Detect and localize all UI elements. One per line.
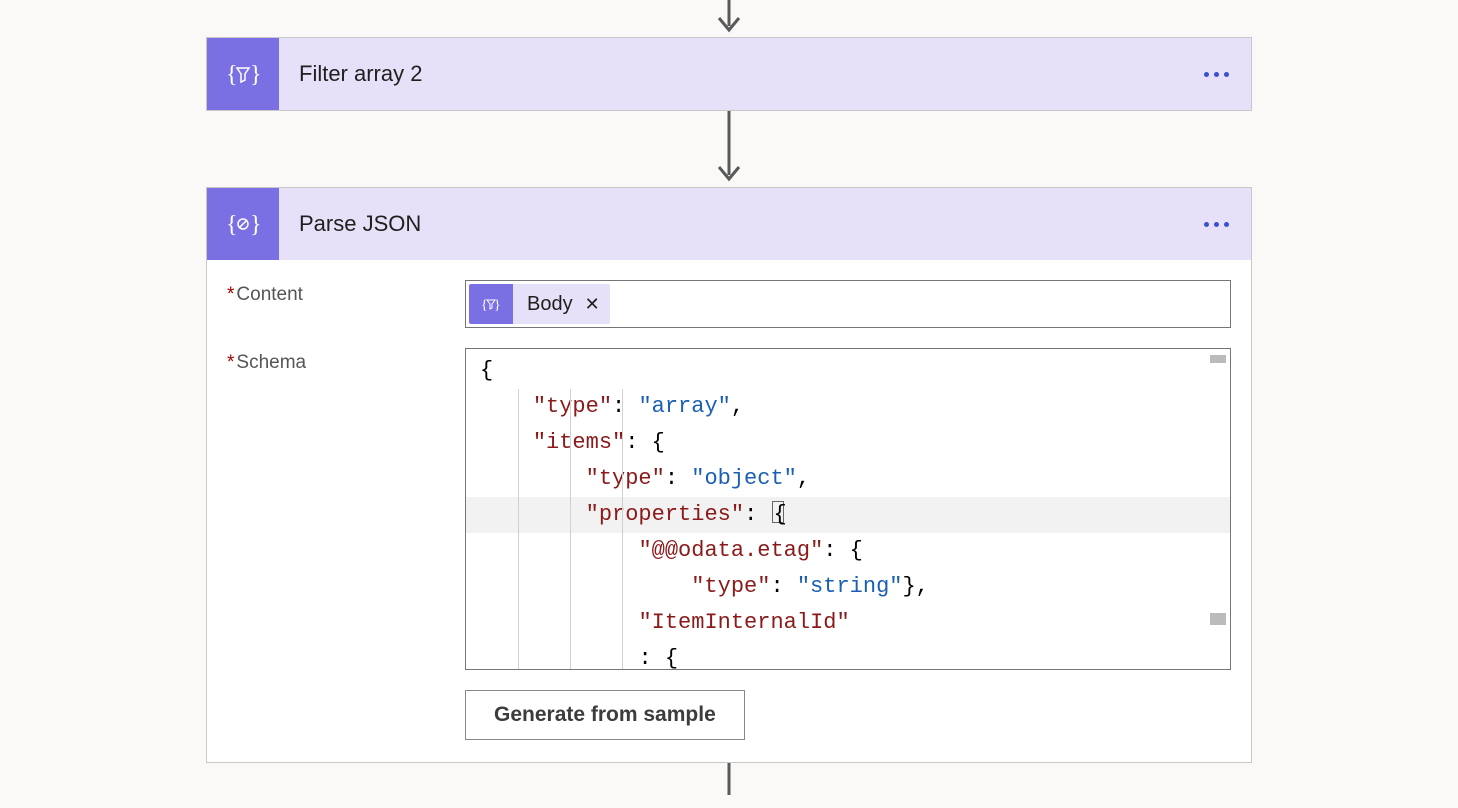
flow-arrow-icon (714, 763, 744, 795)
token-remove-button[interactable]: ✕ (583, 294, 610, 315)
step-menu-button[interactable] (1204, 72, 1229, 77)
content-label: *Content (227, 280, 465, 328)
content-input[interactable]: {} Body ✕ (465, 280, 1231, 328)
svg-text:{: { (226, 62, 238, 88)
step-title: Filter array 2 (299, 61, 422, 87)
svg-text:}: } (250, 212, 260, 238)
svg-text:}: } (250, 62, 260, 88)
step-header[interactable]: {} Parse JSON (207, 188, 1251, 260)
schema-editor[interactable]: { "type": "array", "items": { "type": "o… (465, 348, 1231, 670)
step-filter-array[interactable]: {} Filter array 2 (206, 37, 1252, 111)
scrollbar[interactable] (1210, 355, 1226, 663)
step-parse-json: {} Parse JSON *Content {} (206, 187, 1252, 763)
data-operations-icon: {} (469, 284, 513, 324)
step-menu-button[interactable] (1204, 222, 1229, 227)
data-operations-icon: {} (207, 38, 279, 110)
generate-from-sample-button[interactable]: Generate from sample (465, 690, 745, 740)
svg-text:{: { (226, 212, 238, 238)
data-operations-icon: {} (207, 188, 279, 260)
step-title: Parse JSON (299, 211, 421, 237)
dynamic-content-token[interactable]: {} Body ✕ (469, 284, 610, 324)
flow-arrow-icon (714, 111, 744, 187)
flow-arrow-icon (714, 0, 744, 37)
schema-label: *Schema (227, 348, 465, 740)
token-label: Body (513, 293, 583, 316)
